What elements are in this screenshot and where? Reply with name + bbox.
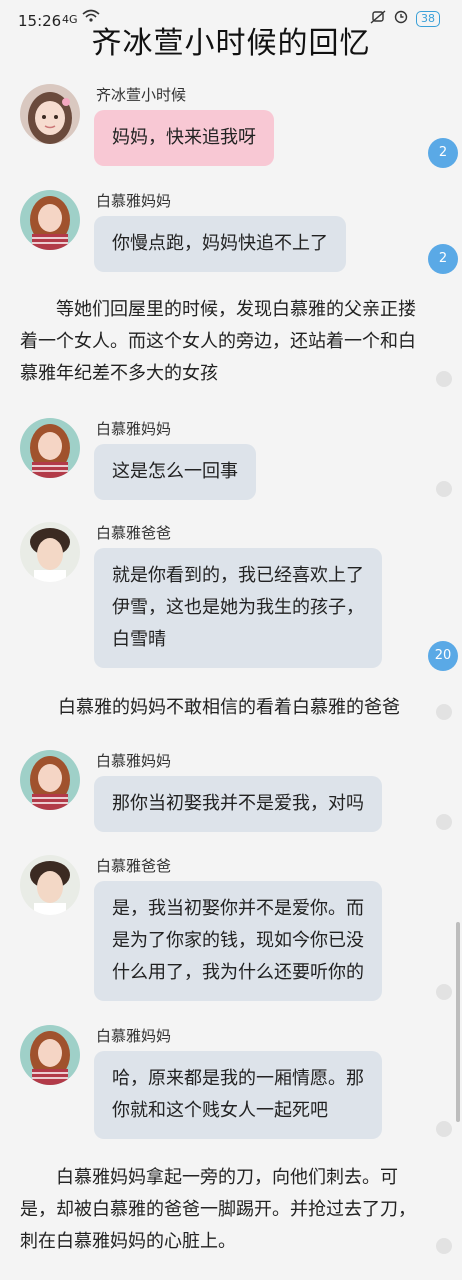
comment-count-badge[interactable]: 2: [428, 244, 458, 274]
comment-dot[interactable]: [436, 814, 452, 830]
message-bubble[interactable]: 哈，原来都是我的一厢情愿。那 你就和这个贱女人一起死吧: [94, 1051, 382, 1139]
bubble-line: 白雪晴: [112, 629, 166, 650]
bubble-line: 是，我当初娶你并不是爱你。而: [112, 898, 364, 919]
dad-avatar-icon[interactable]: [20, 522, 80, 582]
narration-text: 白慕雅妈妈拿起一旁的刀，向他们刺去。可是，却被白慕雅的爸爸一脚踢开。并抢过去了刀…: [20, 1167, 416, 1252]
comment-dot[interactable]: [436, 984, 452, 1000]
sender-name: 白慕雅妈妈: [96, 420, 172, 438]
sender-name: 白慕雅妈妈: [96, 752, 172, 770]
narration-text: 等她们回屋里的时候，发现白慕雅的父亲正搂着一个女人。而这个女人的旁边，还站着一个…: [20, 299, 416, 384]
bubble-line: 是为了你家的钱，现如今你已没: [112, 930, 364, 951]
bubble-line: 什么用了，我为什么还要听你的: [112, 962, 364, 983]
mom-avatar-icon[interactable]: [20, 1025, 80, 1085]
comment-count-badge[interactable]: 20: [428, 641, 458, 671]
message-bubble[interactable]: 就是你看到的，我已经喜欢上了 伊雪，这也是她为我生的孩子， 白雪晴: [94, 548, 382, 668]
sender-name: 白慕雅爸爸: [96, 857, 172, 875]
sender-name: 齐冰萱小时候: [96, 86, 187, 104]
message-bubble[interactable]: 那你当初娶我并不是爱我，对吗: [94, 776, 382, 832]
comment-dot[interactable]: [436, 371, 452, 387]
message-bubble[interactable]: 妈妈，快来追我呀: [94, 110, 274, 166]
bubble-line: 伊雪，这也是她为我生的孩子，: [112, 597, 364, 618]
girl-avatar-icon[interactable]: [20, 84, 80, 144]
sender-name: 白慕雅妈妈: [96, 192, 172, 210]
scrollbar[interactable]: [456, 922, 460, 1122]
dad-avatar-icon[interactable]: [20, 855, 80, 915]
bubble-line: 你就和这个贱女人一起死吧: [112, 1100, 328, 1121]
comment-dot[interactable]: [436, 1121, 452, 1137]
page-title: 齐冰萱小时候的回忆: [91, 26, 371, 61]
sender-name: 白慕雅爸爸: [96, 524, 172, 542]
message-bubble[interactable]: 你慢点跑，妈妈快追不上了: [94, 216, 346, 272]
comment-count-badge[interactable]: 2: [428, 138, 458, 168]
mom-avatar-icon[interactable]: [20, 418, 80, 478]
bubble-line: 哈，原来都是我的一厢情愿。那: [112, 1068, 364, 1089]
sender-name: 白慕雅妈妈: [96, 1027, 172, 1045]
mom-avatar-icon[interactable]: [20, 190, 80, 250]
comment-dot[interactable]: [436, 1238, 452, 1254]
mom-avatar-icon[interactable]: [20, 750, 80, 810]
comment-dot[interactable]: [436, 481, 452, 497]
bubble-line: 就是你看到的，我已经喜欢上了: [112, 565, 364, 586]
message-bubble[interactable]: 这是怎么一回事: [94, 444, 256, 500]
narration-text: 白慕雅的妈妈不敢相信的看着白慕雅的爸爸: [58, 697, 400, 718]
message-bubble[interactable]: 是，我当初娶你并不是爱你。而 是为了你家的钱，现如今你已没 什么用了，我为什么还…: [94, 881, 382, 1001]
comment-dot[interactable]: [436, 704, 452, 720]
